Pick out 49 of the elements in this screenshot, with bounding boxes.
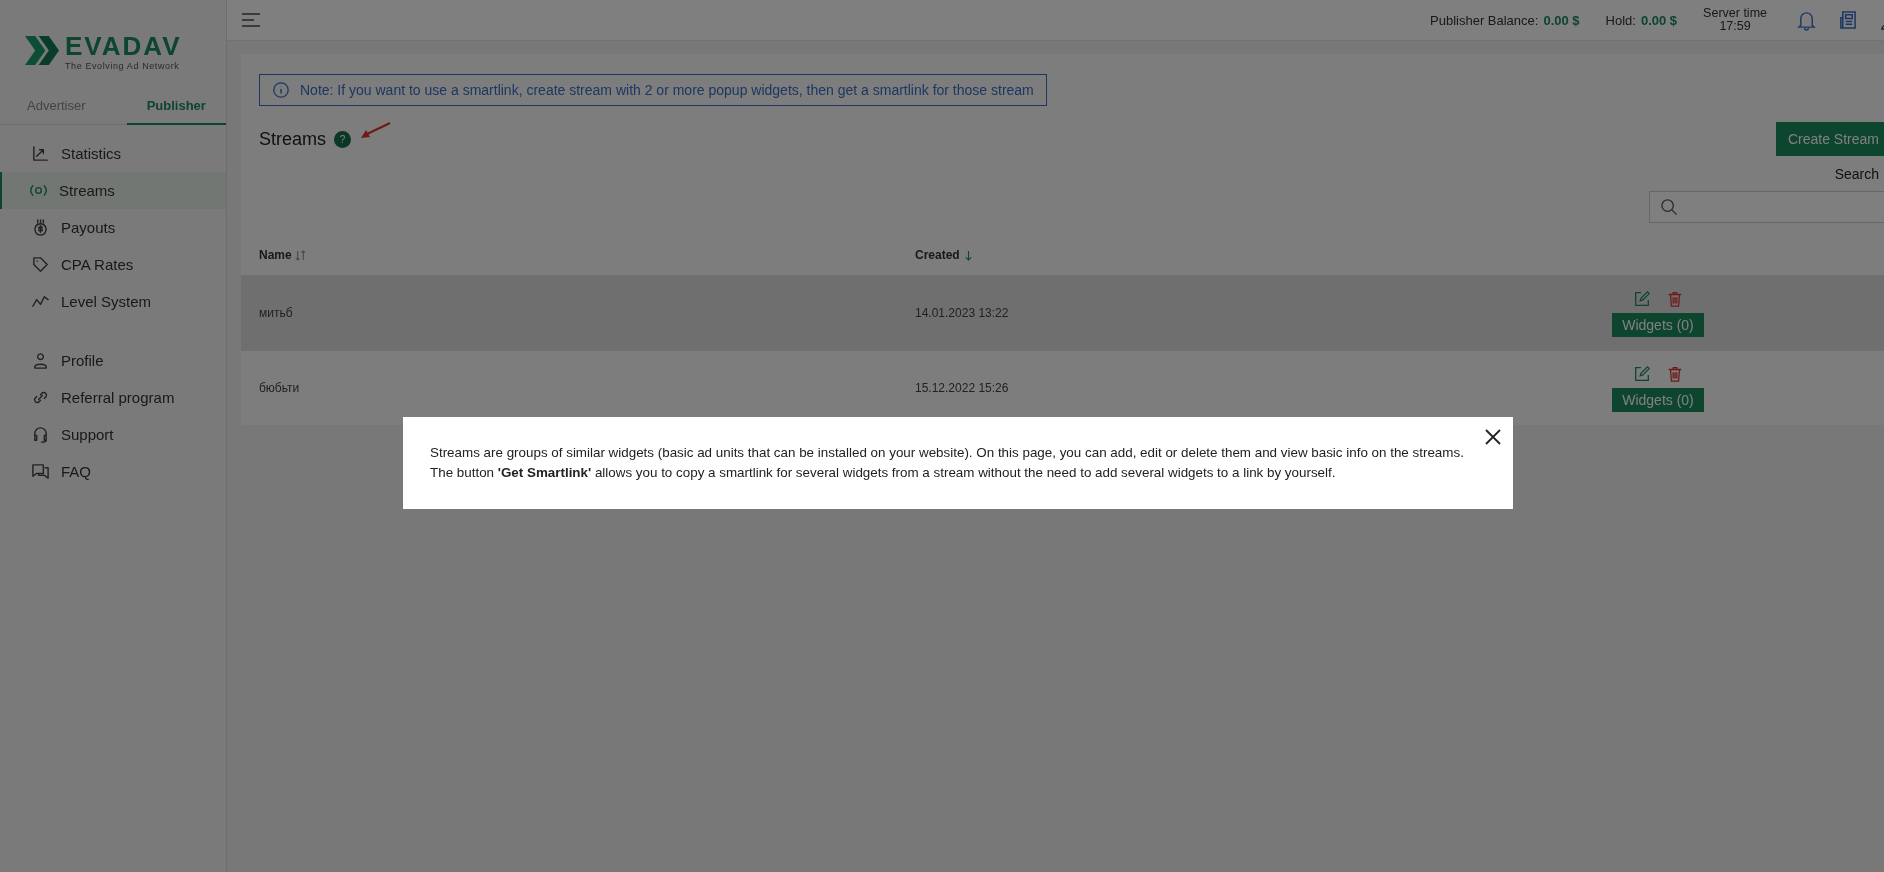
nav-item[interactable]: Support xyxy=(0,416,226,453)
money-bag-icon xyxy=(31,218,50,237)
table-row[interactable]: митьб 14.01.2023 13:22 Widgets (0) xyxy=(241,275,1884,350)
info-icon xyxy=(272,81,290,99)
server-time: 17:59 xyxy=(1719,20,1751,33)
column-header[interactable]: Created xyxy=(915,248,1605,262)
nav-item[interactable]: Streams xyxy=(0,172,226,209)
balance-label: Publisher Balance: xyxy=(1430,12,1539,28)
menu-icon[interactable] xyxy=(241,12,261,28)
stream-name: бюбьти xyxy=(259,381,301,395)
headset-icon xyxy=(31,425,50,444)
nav-item[interactable]: FAQ xyxy=(0,453,226,490)
chevron-logo-icon xyxy=(25,36,59,65)
logo-tagline: The Evolving Ad Network xyxy=(65,60,181,71)
chart-icon xyxy=(31,144,50,163)
nav-item[interactable]: Statistics xyxy=(0,135,226,172)
column-header[interactable]: Name xyxy=(259,248,915,262)
edit-icon[interactable] xyxy=(1632,289,1651,308)
server-time-label: Server time xyxy=(1703,7,1767,20)
widgets-button[interactable]: Widgets (0) xyxy=(1612,312,1704,337)
help-badge[interactable]: ? xyxy=(334,130,352,148)
nav-item[interactable]: CPA Rates xyxy=(0,246,226,283)
bell-icon[interactable] xyxy=(1797,9,1816,31)
dialog-text: Streams are groups of similar widgets (basic ad units that can be installed on your website). On this page, you can add, edit or delete them and view basic info on the streams. The button 'Get Smartlink' allows you to copy a smartlink for several widgets from a stream without the need to add several widgets to a link by yourself. xyxy=(430,444,1465,482)
hold-value: 0.00 $ xyxy=(1640,12,1678,28)
person-icon xyxy=(31,351,50,370)
tag-icon xyxy=(31,255,50,274)
balance-value: 0.00 $ xyxy=(1543,12,1580,28)
create-stream-button[interactable]: Create Stream xyxy=(1775,122,1884,156)
nav-item[interactable]: Payouts xyxy=(0,209,226,246)
role-tab[interactable]: Publisher xyxy=(126,90,226,125)
note-text: Note: If you want to use a smartlink, create stream with 2 or more popup widgets, then get a smartlink for those stream xyxy=(300,82,1034,98)
stream-name: митьб xyxy=(259,306,294,320)
edit-icon[interactable] xyxy=(1632,364,1651,383)
search-icon xyxy=(1660,197,1679,217)
widgets-button[interactable]: Widgets (0) xyxy=(1612,387,1704,412)
hold-label: Hold: xyxy=(1605,12,1636,28)
page-title: Streams xyxy=(259,128,327,150)
created-date: 14.01.2023 13:22 xyxy=(915,306,1010,320)
chat-icon xyxy=(31,462,50,481)
search-field[interactable] xyxy=(1649,191,1884,223)
logo-wordmark: EVADAV xyxy=(65,30,182,61)
newspaper-icon[interactable] xyxy=(1838,9,1857,31)
created-date: 15.12.2022 15:26 xyxy=(915,381,1010,395)
close-icon[interactable] xyxy=(1485,429,1501,445)
search-label: Search xyxy=(1834,166,1879,182)
nav-item[interactable]: Level System xyxy=(0,283,226,320)
nav-item[interactable]: Referral program xyxy=(0,379,226,416)
nav-item[interactable]: Profile xyxy=(0,342,226,379)
